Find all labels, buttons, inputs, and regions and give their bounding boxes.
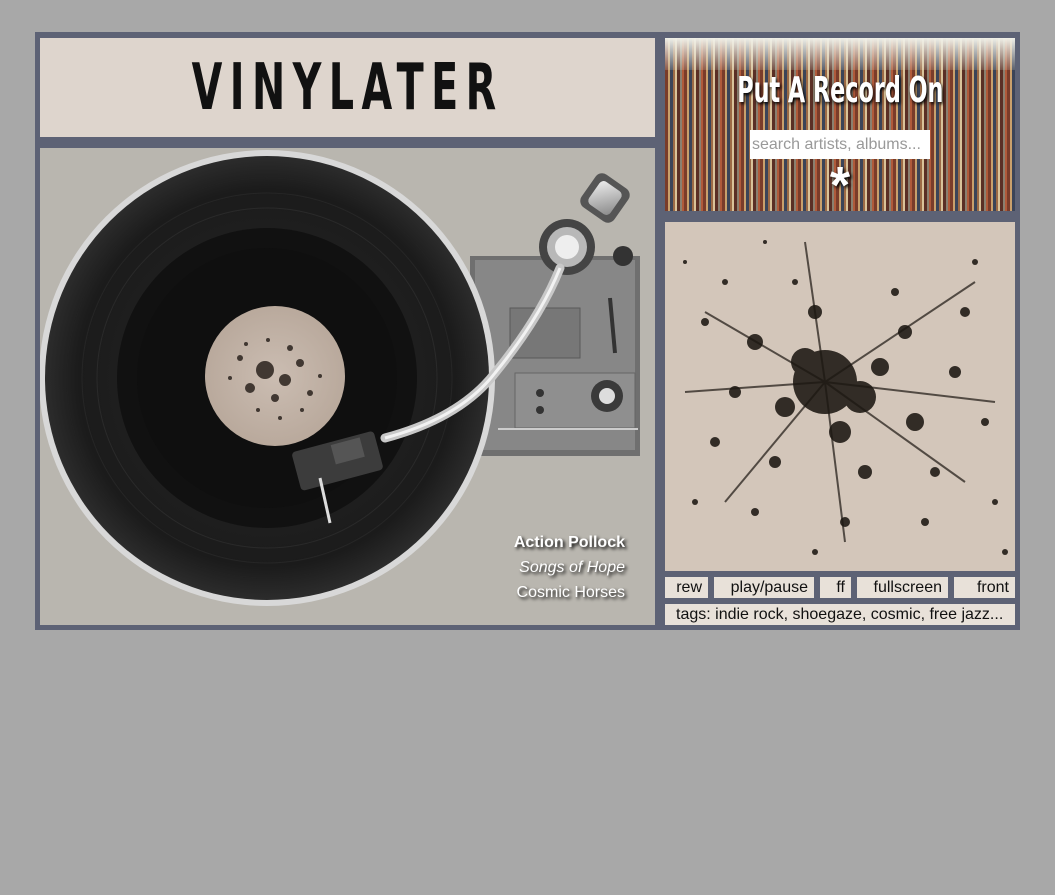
turntable-panel: Action Pollock Songs of Hope Cosmic Hors… xyxy=(40,148,655,625)
play-pause-button[interactable]: play/pause xyxy=(714,577,814,598)
album-artwork[interactable] xyxy=(665,222,1015,571)
search-title: Put A Record On xyxy=(736,70,944,111)
record-crate-image xyxy=(665,38,1015,70)
now-playing-track[interactable]: Cosmic Horses xyxy=(514,580,625,605)
app-frame: VINYLATER Action Pollock Songs of Hope C… xyxy=(35,32,1020,630)
now-playing-artist[interactable]: Action Pollock xyxy=(514,530,625,555)
rew-button[interactable]: rew xyxy=(665,577,708,598)
now-playing-album[interactable]: Songs of Hope xyxy=(514,555,625,580)
tags-bar: tags: indie rock, shoegaze, cosmic, free… xyxy=(665,604,1015,625)
search-input[interactable] xyxy=(750,130,930,159)
fullscreen-button[interactable]: fullscreen xyxy=(857,577,948,598)
search-submit-button[interactable]: * xyxy=(820,156,860,211)
now-playing-info: Action Pollock Songs of Hope Cosmic Hors… xyxy=(514,530,625,605)
ff-button[interactable]: ff xyxy=(820,577,851,598)
search-panel: Put A Record On * xyxy=(665,38,1015,211)
ink-splatter-artwork xyxy=(665,222,1015,571)
front-button[interactable]: front xyxy=(954,577,1015,598)
logo-panel: VINYLATER xyxy=(40,38,655,137)
app-logo[interactable]: VINYLATER xyxy=(191,51,503,125)
